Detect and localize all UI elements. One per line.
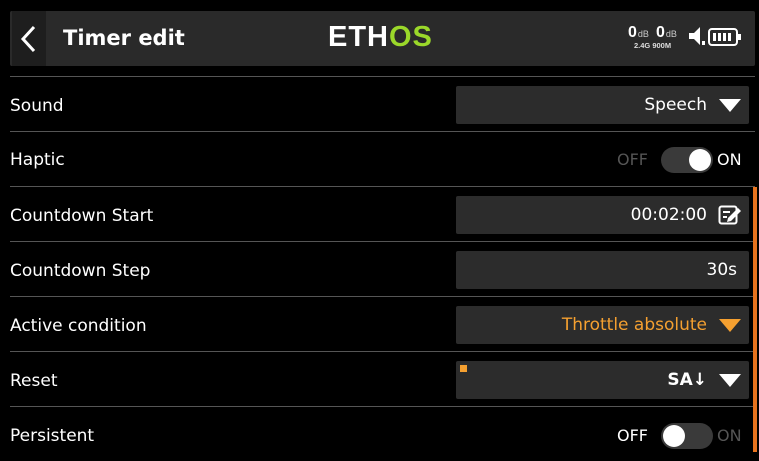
reset-label: Reset <box>10 371 58 391</box>
reset-switch-select[interactable]: SA↓ <box>456 361 749 399</box>
persistent-toggle-knob <box>663 425 685 447</box>
active-condition-select[interactable]: Throttle absolute <box>456 306 749 344</box>
header-bar: Timer edit ETHOS 0dB 0dB 2.4G 900M <box>0 0 759 71</box>
row-haptic: Haptic OFF ON <box>0 132 759 186</box>
persistent-on-label: ON <box>717 426 742 445</box>
persistent-label: Persistent <box>10 426 95 446</box>
countdown-start-field[interactable]: 00:02:00 <box>456 196 749 234</box>
scrollbar[interactable] <box>753 187 757 452</box>
row-countdown-start: Countdown Start 00:02:00 <box>0 187 759 241</box>
rssi-24: 0dB <box>628 24 649 41</box>
haptic-toggle-knob <box>689 149 711 171</box>
persistent-off-label: OFF <box>617 426 648 445</box>
haptic-label: Haptic <box>10 150 65 170</box>
battery-icon <box>708 28 741 46</box>
countdown-step-label: Countdown Step <box>10 261 151 281</box>
haptic-toggle-track[interactable] <box>661 147 713 173</box>
sound-value: Speech <box>644 95 707 115</box>
haptic-off-label: OFF <box>617 150 648 169</box>
band-labels: 2.4G 900M <box>634 41 672 50</box>
row-countdown-step: Countdown Step 30s <box>0 242 759 296</box>
logo-text-accent: OS <box>389 21 433 53</box>
persistent-toggle-track[interactable] <box>661 423 713 449</box>
row-active-condition: Active condition Throttle absolute <box>0 297 759 351</box>
haptic-toggle[interactable]: OFF ON <box>617 147 749 173</box>
countdown-step-value: 30s <box>706 260 738 280</box>
edit-icon[interactable] <box>718 204 742 226</box>
row-reset: Reset SA↓ <box>0 352 759 406</box>
rssi-900: 0dB <box>656 24 677 41</box>
countdown-step-field[interactable]: 30s <box>456 251 749 289</box>
countdown-start-label: Countdown Start <box>10 206 154 226</box>
sound-label: Sound <box>10 96 64 116</box>
row-sound: Sound Speech <box>0 77 759 131</box>
active-condition-label: Active condition <box>10 316 147 336</box>
speaker-icon <box>689 27 705 45</box>
chevron-left-icon <box>20 25 36 53</box>
persistent-toggle[interactable]: OFF ON <box>617 423 749 449</box>
back-button[interactable] <box>12 11 46 66</box>
page-title: Timer edit <box>63 26 185 50</box>
countdown-start-value: 00:02:00 <box>630 205 707 225</box>
row-persistent: Persistent OFF ON <box>0 407 759 461</box>
active-condition-value: Throttle absolute <box>561 315 707 335</box>
sound-select[interactable]: Speech <box>456 86 749 124</box>
dropdown-arrow-icon <box>719 319 741 332</box>
reset-value: SA↓ <box>667 370 707 390</box>
dropdown-arrow-icon <box>719 99 741 112</box>
ethos-logo: ETHOS <box>328 22 433 52</box>
haptic-on-label: ON <box>717 150 742 169</box>
logo-text-main: ETH <box>328 21 389 53</box>
selection-marker <box>460 365 467 372</box>
dropdown-arrow-icon <box>719 374 741 387</box>
